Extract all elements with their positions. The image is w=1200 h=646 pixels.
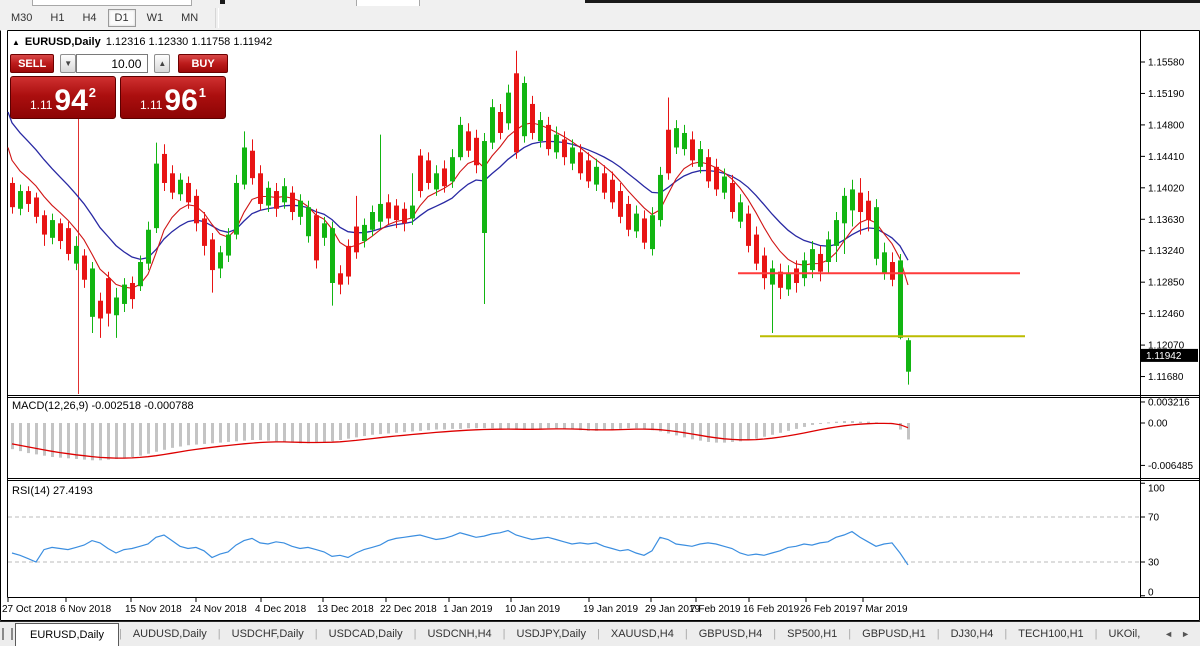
chart-tabs-bar: EURUSD,Daily|AUDUSD,Daily|USDCHF,Daily|U… bbox=[0, 621, 1200, 646]
buy-price-pipette: 1 bbox=[199, 85, 206, 100]
tab-eurusd-daily[interactable]: EURUSD,Daily bbox=[15, 623, 119, 646]
chart-title: ▲ EURUSD,Daily 1.12316 1.12330 1.11758 1… bbox=[12, 36, 272, 48]
rsi-indicator-label: RSI(14) 27.4193 bbox=[12, 485, 93, 497]
tabs-holder: EURUSD,Daily|AUDUSD,Daily|USDCHF,Daily|U… bbox=[15, 622, 1151, 646]
tab-sp500-h1[interactable]: SP500,H1 bbox=[776, 622, 848, 646]
timeframe-h1-button[interactable]: H1 bbox=[43, 9, 71, 27]
ohlc-quote: 1.12316 1.12330 1.11758 1.11942 bbox=[106, 36, 273, 48]
buy-button[interactable]: BUY bbox=[178, 54, 228, 73]
buy-price-box[interactable]: 1.11 96 1 bbox=[120, 76, 226, 119]
sell-price-big: 94 bbox=[54, 86, 87, 116]
tab-gbpusd-h1[interactable]: GBPUSD,H1 bbox=[851, 622, 937, 646]
tab-usdjpy-daily[interactable]: USDJPY,Daily bbox=[506, 622, 598, 646]
sell-button[interactable]: SELL bbox=[10, 54, 54, 73]
volume-decrease-button[interactable]: ▼ bbox=[60, 54, 76, 73]
clipped-toolbar-edge bbox=[585, 0, 1200, 3]
tabs-grip[interactable] bbox=[2, 628, 13, 640]
one-click-trade-panel: SELL ▼ 10.00 ▲ BUY 1.11 94 2 1.11 96 1 bbox=[10, 54, 228, 119]
tab-usdcnh-h4[interactable]: USDCNH,H4 bbox=[416, 622, 502, 646]
buy-price-prefix: 1.11 bbox=[140, 98, 162, 112]
tab-tech100-h1[interactable]: TECH100,H1 bbox=[1007, 622, 1094, 646]
timeframe-h4-button[interactable]: H4 bbox=[75, 9, 103, 27]
macd-indicator-label: MACD(12,26,9) -0.002518 -0.000788 bbox=[12, 400, 194, 412]
sell-price-prefix: 1.11 bbox=[30, 98, 52, 112]
timeframe-toolbar: M30H1H4 D1W1MN bbox=[0, 6, 1200, 30]
sell-price-pipette: 2 bbox=[89, 85, 96, 100]
tab-xauusd-h4[interactable]: XAUUSD,H4 bbox=[600, 622, 685, 646]
timeframe-mn-button[interactable]: MN bbox=[174, 9, 205, 27]
tab-usdchf-daily[interactable]: USDCHF,Daily bbox=[221, 622, 315, 646]
clipped-icon bbox=[220, 0, 225, 4]
buy-price-big: 96 bbox=[164, 86, 197, 116]
volume-input[interactable]: 10.00 bbox=[76, 54, 148, 73]
sell-price-box[interactable]: 1.11 94 2 bbox=[10, 76, 116, 119]
tab-usdcad-daily[interactable]: USDCAD,Daily bbox=[318, 622, 414, 646]
symbol-label: EURUSD,Daily bbox=[25, 36, 101, 48]
tab-gbpusd-h4[interactable]: GBPUSD,H4 bbox=[688, 622, 774, 646]
timeframe-d1-button[interactable]: D1 bbox=[108, 9, 136, 27]
toolbar-separator bbox=[215, 8, 219, 28]
tab-ukoil-[interactable]: UKOil, bbox=[1098, 622, 1152, 646]
collapse-triangle-icon[interactable]: ▲ bbox=[12, 38, 20, 47]
timeframe-w1-button[interactable]: W1 bbox=[140, 9, 171, 27]
tabs-scroll-right-icon[interactable]: ► bbox=[1181, 629, 1190, 639]
tabs-scroll-arrows: ◄ ► bbox=[1164, 622, 1200, 646]
tab-audusd-daily[interactable]: AUDUSD,Daily bbox=[122, 622, 218, 646]
volume-increase-button[interactable]: ▲ bbox=[154, 54, 170, 73]
tab-dj30-h4[interactable]: DJ30,H4 bbox=[940, 622, 1005, 646]
tabs-scroll-left-icon[interactable]: ◄ bbox=[1164, 629, 1173, 639]
timeframe-m30-button[interactable]: M30 bbox=[4, 9, 39, 27]
